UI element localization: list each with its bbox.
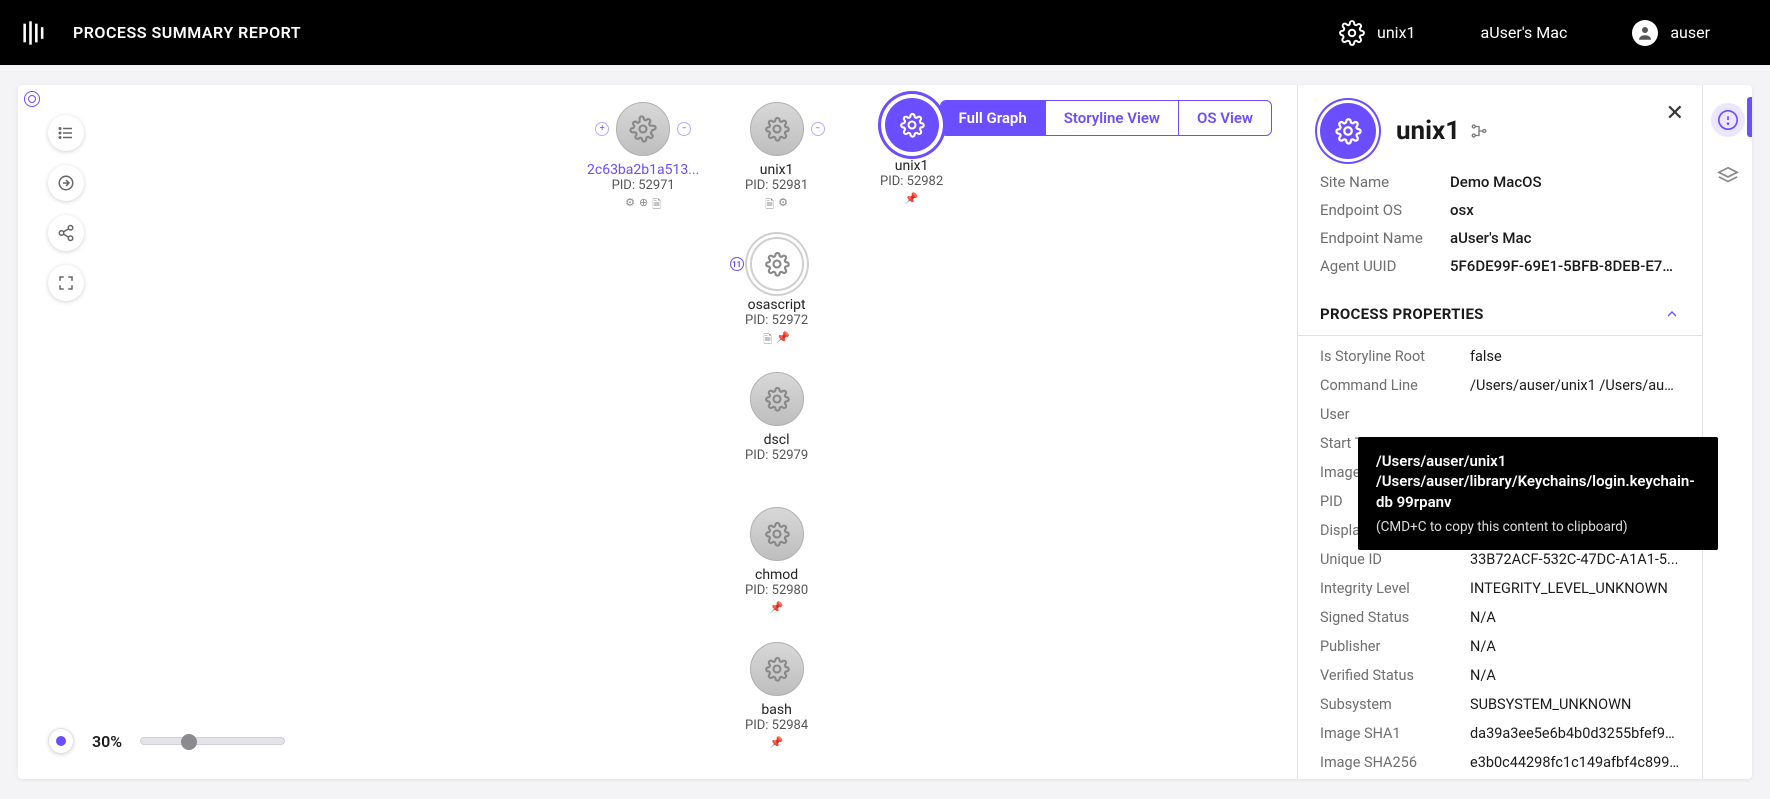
count-port-icon[interactable]: 11 <box>730 257 744 271</box>
property-key: Subsystem <box>1320 696 1470 713</box>
node-root-badges: ⚙⊕🗎 <box>625 196 661 215</box>
node-bash[interactable]: bash PID: 52984 📌 <box>745 642 808 749</box>
node-root-name: 2c63ba2b1a513... <box>587 162 699 178</box>
node-bash-pid: PID: 52984 <box>745 718 808 733</box>
property-value: /Users/auser/unix1 /Users/auser/... <box>1470 377 1680 394</box>
property-key: Unique ID <box>1320 551 1470 568</box>
property-value: SUBSYSTEM_UNKNOWN <box>1470 696 1680 713</box>
node-root[interactable]: + − 2c63ba2b1a513... PID: 52971 ⚙⊕🗎 <box>587 102 699 215</box>
property-value: 33B72ACF-532C-47DC-A1A1-5... <box>1470 551 1680 568</box>
property-row: Integrity LevelINTEGRITY_LEVEL_UNKNOWN <box>1298 574 1702 603</box>
zoom-reset-button[interactable] <box>48 728 74 754</box>
property-key: Publisher <box>1320 638 1470 655</box>
logo-icon <box>20 19 48 47</box>
property-value: N/A <box>1470 667 1680 684</box>
property-row: Command Line/Users/auser/unix1 /Users/au… <box>1298 371 1702 400</box>
property-key: Image SHA256 <box>1320 754 1470 771</box>
view-toggle: Full Graph Storyline View OS View <box>940 100 1272 136</box>
zoom-label: 30% <box>92 732 122 751</box>
fullscreen-button[interactable] <box>48 265 84 301</box>
property-value: N/A <box>1470 609 1680 626</box>
view-full-graph[interactable]: Full Graph <box>941 101 1045 135</box>
process-properties-list[interactable]: Is Storyline RootfalseCommand Line/Users… <box>1298 336 1702 779</box>
node-unix1a-pid: PID: 52981 <box>745 178 808 193</box>
chevron-up-icon <box>1664 306 1680 322</box>
property-key: Integrity Level <box>1320 580 1470 597</box>
property-value: da39a3ee5e6b4b0d3255bfef956... <box>1470 725 1680 742</box>
zoom-slider[interactable] <box>140 737 285 745</box>
property-row: Image SHA256e3b0c44298fc1c149afbf4c8996f… <box>1298 748 1702 777</box>
collapse-port-icon[interactable]: − <box>811 122 825 136</box>
header-user-label: auser <box>1670 23 1710 42</box>
property-row: SubsystemSUBSYSTEM_UNKNOWN <box>1298 690 1702 719</box>
avatar-icon <box>1632 20 1658 46</box>
property-key: Verified Status <box>1320 667 1470 684</box>
header-endpoint-label: aUser's Mac <box>1481 23 1568 42</box>
property-row: PublisherN/A <box>1298 632 1702 661</box>
detail-process-icon <box>1320 103 1376 159</box>
node-osascript-name: osascript <box>748 297 806 313</box>
process-properties-toggle[interactable]: PROCESS PROPERTIES <box>1298 293 1702 336</box>
collapse-port-icon[interactable]: − <box>677 122 691 136</box>
property-value: INTEGRITY_LEVEL_UNKNOWN <box>1470 580 1680 597</box>
graph-edges <box>18 85 318 235</box>
property-row: User <box>1298 400 1702 429</box>
node-chmod-name: chmod <box>755 567 798 583</box>
property-key: User <box>1320 406 1470 423</box>
app-header: PROCESS SUMMARY REPORT unix1 aUser's Mac… <box>0 0 1770 65</box>
node-unix1b-pid: PID: 52982 <box>880 174 943 189</box>
node-dscl-pid: PID: 52979 <box>745 448 808 463</box>
header-user[interactable]: auser <box>1632 20 1710 46</box>
node-bash-name: bash <box>761 702 791 718</box>
node-osascript-pid: PID: 52972 <box>745 313 808 328</box>
property-value: N/A <box>1470 638 1680 655</box>
property-row: Is Storyline Rootfalse <box>1298 342 1702 371</box>
tree-icon[interactable] <box>1470 122 1488 140</box>
node-root-pid: PID: 52971 <box>612 178 675 193</box>
rail-info-button[interactable] <box>1711 103 1745 137</box>
right-rail <box>1702 85 1752 779</box>
header-process-label: unix1 <box>1377 23 1415 42</box>
property-key: Image SHA1 <box>1320 725 1470 742</box>
header-process[interactable]: unix1 <box>1339 20 1415 46</box>
property-row: Signed StatusN/A <box>1298 603 1702 632</box>
detail-title: unix1 <box>1396 116 1488 146</box>
property-value: e3b0c44298fc1c149afbf4c8996fb... <box>1470 754 1680 771</box>
node-osascript[interactable]: 11 osascript PID: 52972 🗎📌 <box>745 237 808 350</box>
rail-layers-button[interactable] <box>1711 159 1745 193</box>
node-dscl-name: dscl <box>764 432 790 448</box>
header-endpoint[interactable]: aUser's Mac <box>1481 23 1568 42</box>
node-chmod[interactable]: chmod PID: 52980 📌 <box>745 507 808 614</box>
zoom-controls: 30% <box>48 728 285 754</box>
property-key: Command Line <box>1320 377 1470 394</box>
property-key: Is Storyline Root <box>1320 348 1470 365</box>
detail-summary: Site NameDemo MacOS Endpoint OSosx Endpo… <box>1298 167 1702 293</box>
node-unix1a-name: unix1 <box>760 162 794 178</box>
property-value: false <box>1470 348 1680 365</box>
property-row: Verified StatusN/A <box>1298 661 1702 690</box>
workspace: Full Graph Storyline View OS View + <box>18 85 1752 779</box>
expand-port-icon[interactable]: + <box>595 122 609 136</box>
detail-panel: ✕ unix1 Site NameDemo MacOS Endpoint OSo… <box>1297 85 1702 779</box>
view-os[interactable]: OS View <box>1178 101 1271 135</box>
node-unix1b[interactable]: unix1 PID: 52982 📌 <box>880 98 943 205</box>
close-icon[interactable]: ✕ <box>1666 101 1684 126</box>
page-title: PROCESS SUMMARY REPORT <box>73 23 301 42</box>
node-unix1a[interactable]: − unix1 PID: 52981 🗎⚙ <box>745 102 808 215</box>
zoom-thumb[interactable] <box>181 734 197 750</box>
node-chmod-pid: PID: 52980 <box>745 583 808 598</box>
node-unix1b-name: unix1 <box>895 158 929 174</box>
command-line-tooltip: /Users/auser/unix1 /Users/auser/library/… <box>1358 437 1718 550</box>
property-key: Signed Status <box>1320 609 1470 626</box>
property-row: Image SHA1da39a3ee5e6b4b0d3255bfef956... <box>1298 719 1702 748</box>
view-storyline[interactable]: Storyline View <box>1045 101 1178 135</box>
node-dscl[interactable]: dscl PID: 52979 <box>745 372 808 463</box>
graph-canvas[interactable]: Full Graph Storyline View OS View + <box>18 85 1297 779</box>
